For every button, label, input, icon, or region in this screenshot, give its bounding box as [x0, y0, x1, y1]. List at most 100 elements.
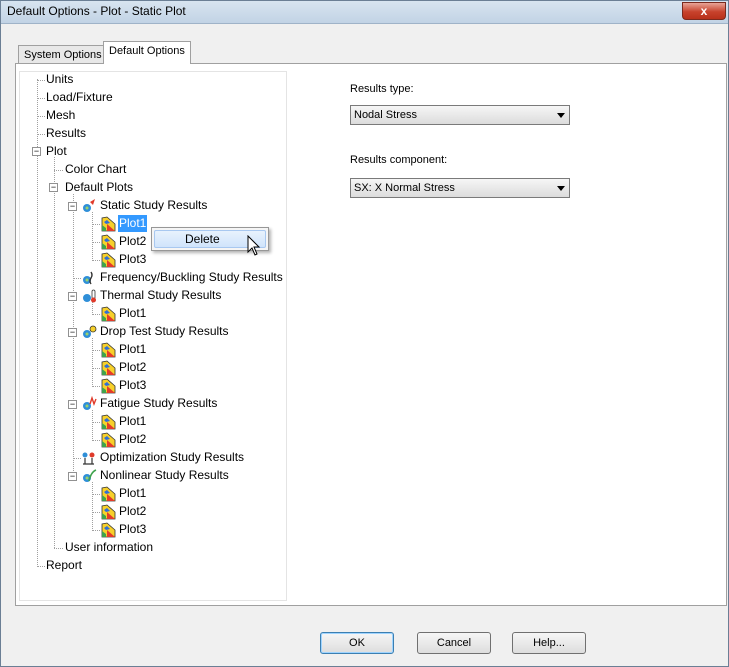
mouse-cursor-icon: [247, 235, 261, 256]
tree-item-plot[interactable]: Plot: [45, 143, 68, 161]
tree-item-drop-test-plot2[interactable]: Plot2: [118, 359, 147, 377]
results-type-label: Results type:: [350, 83, 414, 95]
tree-item-report[interactable]: Report: [45, 557, 83, 575]
title-bar[interactable]: Default Options - Plot - Static Plot x: [1, 1, 728, 24]
plot-icon: [101, 486, 116, 502]
tree-item-label: Mesh: [46, 108, 76, 122]
tab-default-options[interactable]: Default Options: [103, 41, 191, 64]
ok-button[interactable]: OK: [320, 632, 394, 654]
tree-item-label: Plot2: [119, 432, 147, 446]
tree-item-static-study[interactable]: Static Study Results: [99, 197, 208, 215]
tree-item-nonlinear-plot3[interactable]: Plot3: [118, 521, 147, 539]
chevron-down-icon: [557, 113, 565, 118]
frequency-study-icon: [83, 271, 93, 285]
tree-item-static-plot1[interactable]: Plot1: [118, 215, 148, 233]
results-component-select[interactable]: SX: X Normal Stress: [350, 178, 570, 198]
tree-item-label: Plot1: [119, 486, 147, 500]
cancel-button[interactable]: Cancel: [417, 632, 491, 654]
window-title: Default Options - Plot - Static Plot: [7, 4, 186, 18]
tree-item-label: Nonlinear Study Results: [100, 468, 229, 482]
tree-item-label: Units: [46, 72, 74, 86]
help-button[interactable]: Help...: [512, 632, 586, 654]
tree-item-label: Static Study Results: [100, 198, 208, 212]
tree-item-label: Plot1: [119, 306, 147, 320]
tree-item-label: Plot2: [119, 234, 147, 248]
tree-item-drop-test-study[interactable]: Drop Test Study Results: [99, 323, 230, 341]
tree-item-load-fixture[interactable]: Load/Fixture: [45, 89, 114, 107]
tree-item-label: Load/Fixture: [46, 90, 113, 104]
tree-item-user-information[interactable]: User information: [64, 539, 154, 557]
menu-item-label: Delete: [185, 232, 220, 246]
tree-item-mesh[interactable]: Mesh: [45, 107, 76, 125]
close-button[interactable]: x: [682, 2, 726, 20]
tree-item-label: Color Chart: [65, 162, 127, 176]
close-icon: x: [700, 4, 708, 18]
tree-item-frequency-study[interactable]: Frequency/Buckling Study Results: [99, 269, 284, 287]
tree-item-nonlinear-study[interactable]: Nonlinear Study Results: [99, 467, 230, 485]
fatigue-study-icon: [83, 396, 97, 410]
drop-test-study-icon: [83, 325, 97, 338]
tree-item-label: Plot2: [119, 360, 147, 374]
plot-icon: [101, 360, 116, 376]
plot-icon: [101, 342, 116, 358]
tree-item-thermal-plot1[interactable]: Plot1: [118, 305, 147, 323]
tree-item-drop-test-plot3[interactable]: Plot3: [118, 377, 147, 395]
tree-item-default-plots[interactable]: Default Plots: [64, 179, 134, 197]
results-type-select[interactable]: Nodal Stress: [350, 105, 570, 125]
tree-item-label: Plot: [46, 144, 67, 158]
static-study-icon: [83, 199, 95, 212]
tree-item-drop-test-plot1[interactable]: Plot1: [118, 341, 147, 359]
dialog-window: Default Options - Plot - Static Plot x S…: [0, 0, 729, 667]
thermal-study-icon: [83, 289, 96, 303]
tree-item-label: Results: [46, 126, 87, 140]
tree-item-label: Thermal Study Results: [100, 288, 222, 302]
tree-item-label: Optimization Study Results: [100, 450, 245, 464]
plot-icon: [101, 504, 116, 520]
tree-item-results[interactable]: Results: [45, 125, 87, 143]
collapse-icon[interactable]: −: [68, 328, 77, 337]
tree-item-fatigue-plot2[interactable]: Plot2: [118, 431, 147, 449]
tree-item-thermal-study[interactable]: Thermal Study Results: [99, 287, 222, 305]
collapse-icon[interactable]: −: [32, 147, 41, 156]
tree-item-static-plot2[interactable]: Plot2: [118, 233, 147, 251]
tree-item-label: Plot1: [119, 414, 147, 428]
collapse-icon[interactable]: −: [68, 400, 77, 409]
tree-item-label: Default Plots: [65, 180, 134, 194]
optimization-study-icon: [82, 452, 95, 465]
collapse-icon[interactable]: −: [68, 292, 77, 301]
tree-item-label: Report: [46, 558, 83, 572]
collapse-icon[interactable]: −: [68, 472, 77, 481]
tree-item-label: User information: [65, 540, 154, 554]
plot-icon: [101, 378, 116, 394]
tree-item-color-chart[interactable]: Color Chart: [64, 161, 127, 179]
tab-label: Default Options: [109, 45, 185, 57]
tree-item-label: Plot1: [119, 342, 147, 356]
tree-item-fatigue-plot1[interactable]: Plot1: [118, 413, 147, 431]
tree-item-label: Plot1: [118, 215, 148, 232]
tab-label: System Options: [24, 49, 102, 61]
tree-item-label: Plot2: [119, 504, 147, 518]
collapse-icon[interactable]: −: [68, 202, 77, 211]
tree-item-optimization-study[interactable]: Optimization Study Results: [99, 449, 245, 467]
plot-icon: [101, 216, 116, 232]
tree-item-static-plot3[interactable]: Plot3: [118, 251, 147, 269]
tree-item-units[interactable]: Units: [45, 71, 74, 89]
plot-icon: [101, 414, 116, 430]
select-value: Nodal Stress: [354, 109, 417, 121]
tree-item-label: Plot3: [119, 378, 147, 392]
nonlinear-study-icon: [83, 469, 97, 482]
tree-item-label: Frequency/Buckling Study Results: [100, 270, 283, 284]
plot-icon: [101, 234, 116, 250]
chevron-down-icon: [557, 186, 565, 191]
collapse-icon[interactable]: −: [49, 183, 58, 192]
plot-icon: [101, 306, 116, 322]
select-value: SX: X Normal Stress: [354, 182, 455, 194]
tree-item-nonlinear-plot1[interactable]: Plot1: [118, 485, 147, 503]
plot-icon: [101, 522, 116, 538]
tree-item-label: Plot3: [119, 252, 147, 266]
tree-item-fatigue-study[interactable]: Fatigue Study Results: [99, 395, 218, 413]
tab-system-options[interactable]: System Options: [18, 45, 108, 64]
plot-icon: [101, 252, 116, 268]
tree-item-label: Fatigue Study Results: [100, 396, 218, 410]
tree-item-nonlinear-plot2[interactable]: Plot2: [118, 503, 147, 521]
